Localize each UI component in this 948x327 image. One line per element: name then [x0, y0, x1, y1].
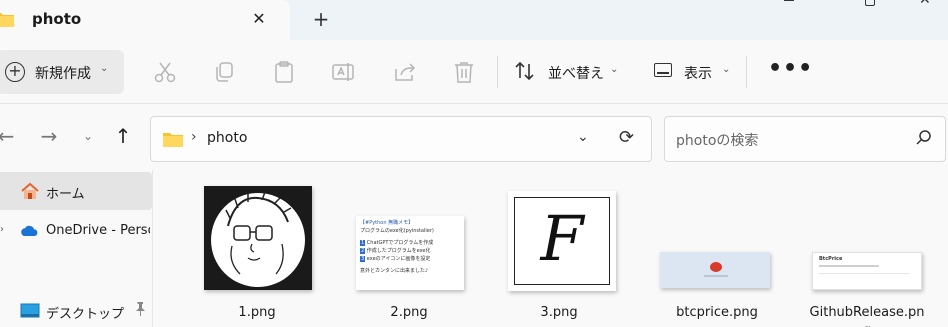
- script-letter: F: [540, 202, 584, 275]
- file-name: GithubRelease.pn g: [809, 305, 925, 327]
- thumb-text: 意外とカンタンに出来ました♪: [360, 268, 429, 274]
- search-icon: [916, 130, 931, 145]
- add-icon: +: [5, 62, 25, 82]
- forward-button[interactable]: →: [37, 124, 61, 148]
- more-options-button[interactable]: •••: [768, 58, 812, 86]
- file-item[interactable]: 【#Python 無職メモ】 プログラムのexe化(pyinstaller) 1…: [338, 180, 468, 327]
- minimize-icon: [784, 0, 794, 1]
- rename-icon: [332, 63, 354, 81]
- file-item[interactable]: F 3.png: [488, 180, 618, 327]
- thumb-title: BtcPrice: [819, 256, 843, 262]
- sidebar-item-desktop[interactable]: デスクトップ: [0, 292, 152, 327]
- folder-icon: [0, 13, 14, 27]
- file-name: 1.png: [238, 305, 276, 320]
- sidebar-item-home[interactable]: ホーム: [0, 172, 152, 210]
- share-button[interactable]: [393, 61, 417, 83]
- pane-divider: [152, 170, 172, 327]
- thumbnail-btcprice: [660, 252, 770, 288]
- address-bar[interactable]: › photo ⌄ ⟳: [150, 116, 652, 162]
- tab-title: photo: [32, 10, 82, 28]
- view-label: 表示: [684, 66, 712, 82]
- clipboard-icon: [275, 61, 293, 83]
- toolbar-divider: [746, 56, 747, 88]
- file-item[interactable]: btcprice.png: [652, 180, 782, 327]
- chevron-down-icon: ⌄: [722, 64, 731, 75]
- breadcrumb-separator: ›: [191, 129, 197, 145]
- breadcrumb-photo[interactable]: photo: [207, 130, 247, 146]
- file-item[interactable]: BtcPrice GithubRelease.pn g: [796, 180, 926, 327]
- chevron-down-icon: ⌄: [610, 64, 619, 75]
- refresh-button[interactable]: ⟳: [619, 127, 634, 148]
- rename-button[interactable]: [331, 61, 355, 83]
- thumb-line: [819, 273, 909, 274]
- minimize-button[interactable]: [766, 0, 812, 14]
- close-window-button[interactable]: ✕: [902, 0, 948, 14]
- chevron-right-icon[interactable]: ›: [0, 224, 4, 235]
- file-name: 3.png: [540, 305, 578, 320]
- chevron-down-icon: ⌄: [100, 63, 109, 74]
- face-sketch-image: [211, 191, 305, 287]
- new-button[interactable]: + 新規作成 ⌄: [0, 50, 124, 94]
- pin-icon: [134, 302, 146, 319]
- sidebar-item-onedrive[interactable]: › OneDrive - Perso: [0, 212, 152, 250]
- maximize-button[interactable]: [848, 0, 894, 14]
- navigation-pane: ホーム › OneDrive - Perso デスクトップ: [0, 170, 152, 327]
- sort-label: 並べ替え: [548, 66, 604, 82]
- copy-icon: [216, 62, 233, 82]
- thumbnail-githubrelease: BtcPrice: [812, 252, 922, 290]
- cut-button[interactable]: [153, 61, 177, 83]
- thumbnail-1: [204, 186, 312, 290]
- sidebar-item-label: ホーム: [46, 187, 85, 202]
- address-dropdown-button[interactable]: ⌄: [577, 129, 589, 145]
- recent-locations-button[interactable]: ⌄: [76, 124, 100, 148]
- thumb-text: 1 ChatGPTでプログラムを作成: [360, 240, 434, 246]
- thumb-text: 【#Python 無職メモ】: [360, 220, 414, 226]
- address-row: ← → ⌄ ↑ › photo ⌄ ⟳ photoの検索: [0, 104, 948, 170]
- thumb-text: プログラムのexe化(pyinstaller): [360, 228, 434, 234]
- thumb-text: 3 exeのアイコンに画像を設定: [360, 256, 431, 262]
- new-button-label: 新規作成: [35, 66, 91, 82]
- command-bar: + 新規作成 ⌄ 並べ替え ⌄ 表示 ⌄ •••: [0, 40, 948, 104]
- desktop-icon: [20, 303, 40, 318]
- maximize-icon: [865, 0, 875, 6]
- file-list: 1.png 【#Python 無職メモ】 プログラムのexe化(pyinstal…: [172, 170, 948, 327]
- home-icon: [21, 182, 39, 199]
- thumb-caption: [704, 275, 728, 277]
- file-name: 2.png: [390, 305, 428, 320]
- app-logo: [710, 262, 722, 272]
- trash-icon: [455, 62, 473, 83]
- back-button[interactable]: ←: [0, 124, 18, 148]
- sort-icon: [515, 61, 534, 81]
- tab-close-button[interactable]: ✕: [246, 7, 272, 31]
- paste-button[interactable]: [272, 61, 296, 83]
- up-button[interactable]: ↑: [111, 124, 135, 148]
- file-name: btcprice.png: [676, 305, 758, 320]
- thumbnail-3: F: [508, 191, 616, 291]
- delete-button[interactable]: [452, 61, 476, 83]
- tab-photo[interactable]: photo ✕: [0, 0, 290, 40]
- search-input[interactable]: photoの検索: [676, 130, 758, 150]
- file-item[interactable]: 1.png: [188, 180, 318, 327]
- thumbnail-2: 【#Python 無職メモ】 プログラムのexe化(pyinstaller) 1…: [356, 216, 464, 290]
- toolbar-divider: [497, 56, 498, 88]
- folder-icon: [163, 133, 183, 147]
- copy-button[interactable]: [212, 61, 236, 83]
- title-bar: photo ✕ + ✕: [0, 0, 948, 40]
- share-icon: [395, 63, 416, 81]
- sidebar-item-label: OneDrive - Perso: [46, 223, 150, 238]
- search-box[interactable]: photoの検索: [664, 116, 946, 162]
- thumb-text: 2 作成したプログラムをexe化: [360, 248, 431, 254]
- onedrive-icon: [21, 225, 38, 236]
- close-icon: ✕: [919, 0, 931, 8]
- new-tab-button[interactable]: +: [308, 7, 334, 31]
- view-icon: [654, 63, 672, 77]
- scissors-icon: [154, 62, 176, 83]
- thumb-line: [819, 265, 879, 267]
